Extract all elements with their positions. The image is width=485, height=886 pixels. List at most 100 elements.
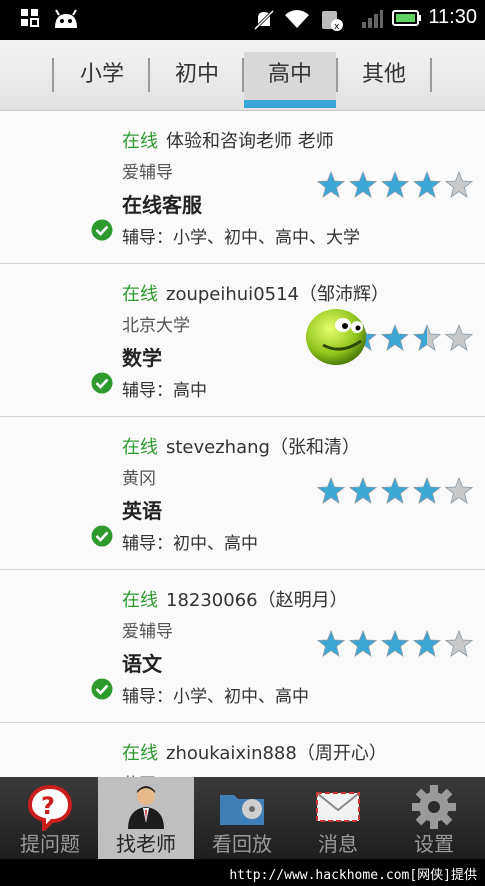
star-icon [413, 477, 441, 504]
teacher-name: stevezhang（张和清） [166, 437, 360, 458]
verified-check-icon [91, 219, 113, 241]
star-icon [445, 630, 473, 657]
nav-settings[interactable]: 设置 [386, 777, 482, 859]
clock: 11:30 [428, 6, 477, 28]
star-icon [445, 171, 473, 198]
rating-stars [317, 477, 477, 507]
star-icon [445, 477, 473, 504]
video-folder-icon [220, 795, 264, 825]
teacher-name: 体验和咨询老师 老师 [166, 131, 334, 152]
apps-grid-icon [21, 9, 39, 27]
teacher-icon [128, 786, 164, 829]
teacher-name-line: 在线 体验和咨询老师 老师 [122, 127, 334, 153]
star-icon [413, 630, 441, 657]
tab-label: 其他 [361, 62, 406, 87]
nav-label: 提问题 [20, 832, 80, 856]
wifi-icon [285, 10, 309, 28]
signal-icon [362, 10, 383, 28]
teacher-name-line: 在线 zoupeihui0514（邹沛辉） [122, 280, 389, 306]
star-icon [317, 171, 345, 198]
android-icon [55, 9, 77, 28]
tab-label: 小学 [79, 62, 124, 87]
status-bar: x 11:30 [0, 0, 485, 40]
tutoring-levels: 辅导：初中、高中 [122, 534, 258, 554]
tab-primary[interactable]: 小学 [56, 52, 148, 108]
sim-off-icon: x [322, 11, 343, 32]
teacher-name-line: 在线 zhoukaixin888（周开心） [122, 739, 387, 765]
svg-text:?: ? [41, 792, 55, 820]
star-icon [349, 630, 377, 657]
teacher-name-line: 在线 stevezhang（张和清） [122, 433, 360, 459]
star-icon [381, 324, 409, 351]
star-icon [445, 324, 473, 351]
watermark-footer: http://www.hackhome.com[网侠]提供 [0, 859, 485, 886]
tab-other[interactable]: 其他 [338, 52, 430, 108]
teacher-list[interactable]: 在线 体验和咨询老师 老师 爱辅导 在线客服 辅导：小学、初中、高中、大学 在线 zoupe… [0, 111, 485, 777]
teacher-row[interactable]: 在线 zhoukaixin888（周开心） 黄冈 [0, 723, 485, 777]
star-icon [381, 630, 409, 657]
nav-label: 看回放 [212, 832, 272, 856]
svg-text:x: x [334, 22, 340, 32]
tab-junior[interactable]: 初中 [151, 52, 243, 108]
star-icon [381, 477, 409, 504]
online-status: 在线 [122, 131, 158, 152]
tab-senior[interactable]: 高中 [244, 52, 336, 108]
envelope-icon [316, 792, 360, 822]
teacher-subject: 英语 [122, 499, 162, 523]
tutoring-levels: 辅导：小学、初中、高中 [122, 687, 309, 707]
nav-label: 设置 [414, 832, 454, 856]
rating-stars [317, 171, 477, 201]
nav-find-teacher[interactable]: 找老师 [98, 777, 194, 859]
nav-ask-question[interactable]: ? 提问题 [2, 777, 98, 859]
verified-check-icon [91, 678, 113, 700]
teacher-name: 18230066（赵明月） [166, 590, 348, 611]
battery-icon [392, 10, 421, 26]
star-icon [317, 630, 345, 657]
tab-label: 高中 [267, 62, 312, 87]
nav-messages[interactable]: 消息 [290, 777, 386, 859]
verified-check-icon [91, 372, 113, 394]
tab-divider [52, 58, 54, 92]
tab-divider [148, 58, 150, 92]
online-status: 在线 [122, 284, 158, 305]
teacher-row[interactable]: 在线 zoupeihui0514（邹沛辉） 北京大学数学辅导：高中 [0, 264, 485, 417]
online-status: 在线 [122, 437, 158, 458]
star-icon [317, 477, 345, 504]
teacher-subject: 在线客服 [122, 193, 202, 217]
star-icon [349, 171, 377, 198]
star-icon [349, 477, 377, 504]
online-status: 在线 [122, 590, 158, 611]
tab-label: 初中 [174, 62, 219, 87]
teacher-name-line: 在线 18230066（赵明月） [122, 586, 348, 612]
teacher-organization: 爱辅导 [122, 622, 173, 642]
teacher-organization: 北京大学 [122, 316, 190, 336]
teacher-row[interactable]: 在线 stevezhang（张和清） 黄冈英语辅导：初中、高中 [0, 417, 485, 570]
teacher-subject: 数学 [122, 346, 162, 370]
category-tabs: 小学 初中 高中 其他 [0, 40, 485, 111]
nav-label: 找老师 [116, 832, 176, 856]
question-icon: ? [27, 784, 73, 831]
teacher-organization: 黄冈 [122, 770, 156, 777]
nav-label: 消息 [318, 832, 358, 856]
teacher-organization: 黄冈 [122, 469, 156, 489]
tutoring-levels: 辅导：高中 [122, 381, 207, 401]
floating-smiley-icon[interactable] [303, 305, 369, 367]
teacher-name: zoupeihui0514（邹沛辉） [166, 284, 389, 305]
nav-replay[interactable]: 看回放 [194, 777, 290, 859]
teacher-name: zhoukaixin888（周开心） [166, 743, 387, 764]
rating-stars [317, 630, 477, 660]
star-icon [381, 171, 409, 198]
star-icon [413, 324, 441, 351]
teacher-organization: 爱辅导 [122, 163, 173, 183]
bottom-navigation: ? 提问题 找老师 看回放 消息 设置 [0, 777, 485, 859]
tutoring-levels: 辅导：小学、初中、高中、大学 [122, 228, 360, 248]
active-tab-indicator [244, 100, 336, 108]
teacher-row[interactable]: 在线 18230066（赵明月） 爱辅导语文辅导：小学、初中、高中 [0, 570, 485, 723]
teacher-row[interactable]: 在线 体验和咨询老师 老师爱辅导在线客服辅导：小学、初中、高中、大学 [0, 111, 485, 264]
teacher-subject: 语文 [122, 652, 162, 676]
gear-icon [412, 785, 456, 829]
watermark-text: http://www.hackhome.com[网侠]提供 [229, 868, 477, 883]
muted-bell-icon [253, 9, 275, 31]
tab-divider [430, 58, 432, 92]
star-icon [413, 171, 441, 198]
